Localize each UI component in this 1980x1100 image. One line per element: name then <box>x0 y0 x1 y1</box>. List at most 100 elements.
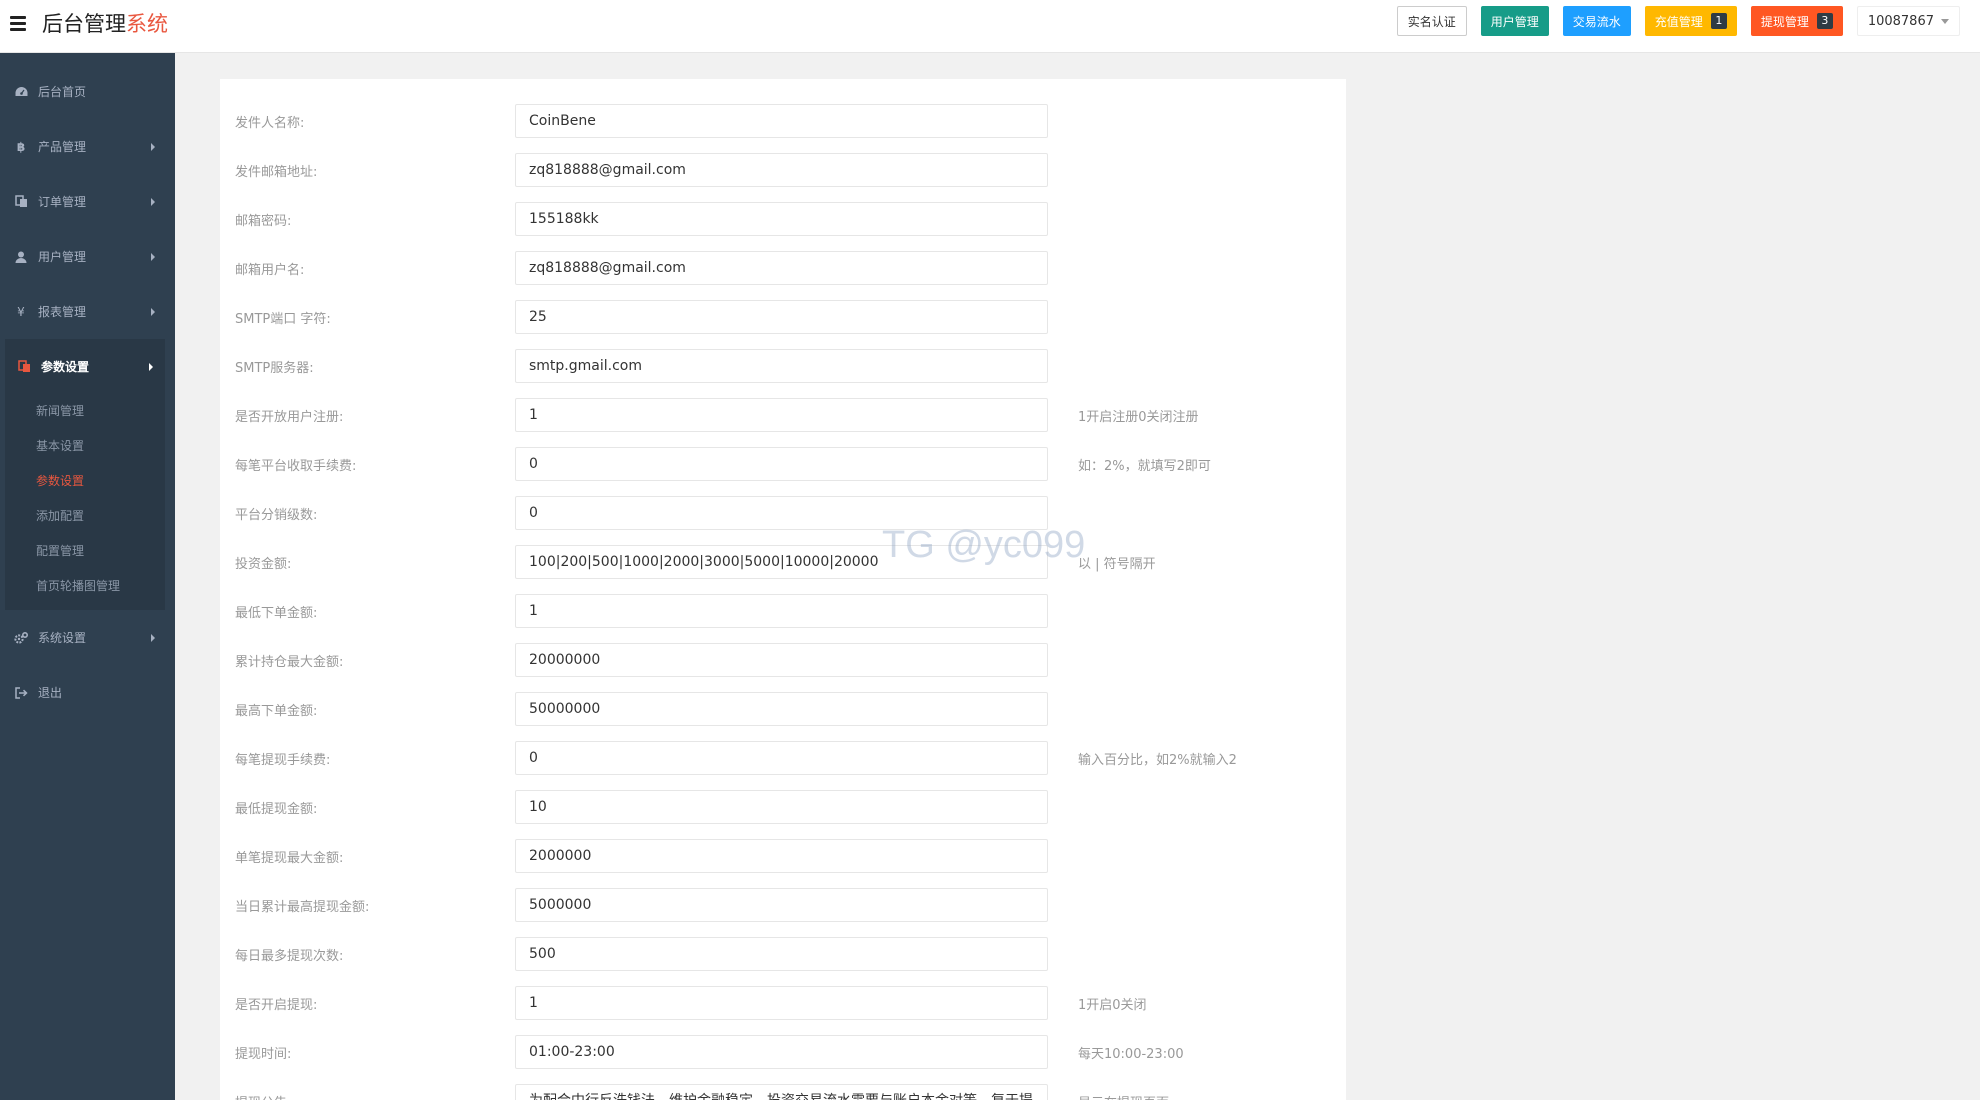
sidebar-item-system-settings[interactable]: 系统设置 <box>0 610 175 665</box>
field-label: 当日累计最高提现金额: <box>235 900 370 915</box>
field-label: 是否开放用户注册: <box>235 410 344 425</box>
form-row-max-order: 最高下单金额: 50000000 <box>220 692 1346 726</box>
user-menu[interactable]: 10087867 <box>1856 6 1960 36</box>
open-registration-input[interactable]: 1 <box>515 398 1048 432</box>
field-label: 累计持仓最大金额: <box>235 655 344 670</box>
field-hint: 每天10:00-23:00 <box>1078 1047 1184 1062</box>
form-row-withdraw-notice: 提现公告: 为配合中行反洗钱法，维护金融稳定，投资交易流水需要与账户本金对等，复… <box>220 1084 1346 1100</box>
sidebar-item-label: 订单管理 <box>38 195 87 209</box>
caret-right-icon <box>151 143 155 151</box>
platform-fee-input[interactable]: 0 <box>515 447 1048 481</box>
caret-right-icon <box>149 363 153 371</box>
form-row-smtp-port: SMTP端口 字符: 25 <box>220 300 1346 334</box>
transaction-flow-label: 交易流水 <box>1572 14 1621 29</box>
withdraw-management-button[interactable]: 提现管理 3 <box>1750 6 1843 36</box>
transaction-flow-button[interactable]: 交易流水 <box>1562 6 1631 36</box>
sign-out-icon <box>14 686 28 700</box>
header-shortcuts: 实名认证 用户管理 交易流水 充值管理 1 提现管理 3 10087867 <box>1383 6 1960 36</box>
caret-down-icon <box>1941 18 1949 24</box>
min-withdraw-input[interactable]: 10 <box>515 790 1048 824</box>
field-label: 最低下单金额: <box>235 606 318 621</box>
menu-toggle-icon[interactable] <box>10 13 32 35</box>
sidebar-item-params[interactable]: 参数设置 <box>8 339 165 394</box>
sidebar-item-logout[interactable]: 退出 <box>0 665 175 720</box>
sidebar-item-label: 系统设置 <box>38 631 87 645</box>
sidebar-item-orders[interactable]: 订单管理 <box>0 174 175 229</box>
caret-right-icon <box>151 634 155 642</box>
field-label: 最高下单金额: <box>235 704 318 719</box>
form-row-max-position: 累计持仓最大金额: 20000000 <box>220 643 1346 677</box>
dashboard-icon <box>14 85 28 99</box>
sidebar-item-users[interactable]: 用户管理 <box>0 229 175 284</box>
recharge-management-label: 充值管理 <box>1654 14 1703 29</box>
min-order-input[interactable]: 1 <box>515 594 1048 628</box>
field-label: 平台分销级数: <box>235 508 318 523</box>
form-row-email-password: 邮箱密码: 155188kk <box>220 202 1346 236</box>
sidebar-item-label: 参数设置 <box>41 360 90 374</box>
smtp-port-input[interactable]: 25 <box>515 300 1048 334</box>
recharge-management-button[interactable]: 充值管理 1 <box>1644 6 1737 36</box>
distribution-levels-input[interactable]: 0 <box>515 496 1048 530</box>
withdraw-enabled-input[interactable]: 1 <box>515 986 1048 1020</box>
settings-form-panel: 发件人名称: CoinBene 发件邮箱地址: zq818888@gmail.c… <box>220 79 1346 1100</box>
field-label: 每笔平台收取手续费: <box>235 459 357 474</box>
field-hint: 显示在提现页面 <box>1078 1092 1169 1100</box>
form-row-withdraw-enabled: 是否开启提现: 1 1开启0关闭 <box>220 986 1346 1020</box>
caret-right-icon <box>151 308 155 316</box>
top-header: 后台管理系统 实名认证 用户管理 交易流水 充值管理 1 提现管理 3 100878… <box>0 0 1980 53</box>
sidebar: 后台首页 ฿ 产品管理 订单管理 用户管理 ¥ 报表管理 参数设置 新闻管理 基… <box>0 53 175 1100</box>
form-row-distribution-levels: 平台分销级数: 0 <box>220 496 1346 530</box>
field-label: 投资金额: <box>235 557 292 572</box>
field-label: 单笔提现最大金额: <box>235 851 344 866</box>
field-label: 邮箱密码: <box>235 214 292 229</box>
form-row-withdraw-fee: 每笔提现手续费: 0 输入百分比，如2%就输入2 <box>220 741 1346 775</box>
max-single-withdraw-input[interactable]: 2000000 <box>515 839 1048 873</box>
form-row-max-single-withdraw: 单笔提现最大金额: 2000000 <box>220 839 1346 873</box>
withdraw-management-label: 提现管理 <box>1760 14 1809 29</box>
email-password-input[interactable]: 155188kk <box>515 202 1048 236</box>
field-label: 邮箱用户名: <box>235 263 305 278</box>
sidebar-item-reports[interactable]: ¥ 报表管理 <box>0 284 175 339</box>
realname-auth-label: 实名认证 <box>1407 14 1456 29</box>
sidebar-item-dashboard[interactable]: 后台首页 <box>0 64 175 119</box>
sidebar-subitem-add-config[interactable]: 添加配置 <box>8 499 165 534</box>
smtp-server-input[interactable]: smtp.gmail.com <box>515 349 1048 383</box>
withdraw-fee-input[interactable]: 0 <box>515 741 1048 775</box>
max-order-input[interactable]: 50000000 <box>515 692 1048 726</box>
field-label: 最低提现金额: <box>235 802 318 817</box>
sidebar-subitem-basic-settings[interactable]: 基本设置 <box>8 429 165 464</box>
sidebar-subitem-news[interactable]: 新闻管理 <box>8 394 165 429</box>
user-management-button[interactable]: 用户管理 <box>1480 6 1549 36</box>
sidebar-subitem-config-management[interactable]: 配置管理 <box>8 534 165 569</box>
form-row-sender-name: 发件人名称: CoinBene <box>220 104 1346 138</box>
field-label: 提现公告: <box>235 1092 291 1100</box>
field-hint: 输入百分比，如2%就输入2 <box>1078 753 1237 768</box>
sidebar-subitem-carousel-management[interactable]: 首页轮播图管理 <box>8 569 165 604</box>
user-icon <box>14 250 28 264</box>
withdraw-notice-input[interactable]: 为配合中行反洗钱法，维护金融稳定，投资交易流水需要与账户本金对等，复于提 <box>515 1084 1048 1100</box>
sidebar-subitem-param-settings[interactable]: 参数设置 <box>8 464 165 499</box>
yen-icon: ¥ <box>17 304 25 319</box>
caret-right-icon <box>151 253 155 261</box>
field-label: 每日最多提现次数: <box>235 949 344 964</box>
sidebar-item-products[interactable]: ฿ 产品管理 <box>0 119 175 174</box>
field-label: 提现时间: <box>235 1047 292 1062</box>
max-position-input[interactable]: 20000000 <box>515 643 1048 677</box>
field-hint: 如：2%，就填写2即可 <box>1078 459 1211 474</box>
brand-title-accent: 系统 <box>126 12 168 36</box>
field-label: 发件人名称: <box>235 116 305 131</box>
max-daily-withdraw-input[interactable]: 5000000 <box>515 888 1048 922</box>
sender-email-input[interactable]: zq818888@gmail.com <box>515 153 1048 187</box>
email-username-input[interactable]: zq818888@gmail.com <box>515 251 1048 285</box>
realname-auth-button[interactable]: 实名认证 <box>1396 6 1467 36</box>
daily-withdraw-count-input[interactable]: 500 <box>515 937 1048 971</box>
sidebar-submenu-params: 新闻管理 基本设置 参数设置 添加配置 配置管理 首页轮播图管理 <box>8 394 165 610</box>
sender-name-input[interactable]: CoinBene <box>515 104 1048 138</box>
field-hint: 1开启0关闭 <box>1078 998 1147 1013</box>
withdraw-time-input[interactable]: 01:00-23:00 <box>515 1035 1048 1069</box>
withdraw-count-badge: 3 <box>1816 13 1833 29</box>
form-row-withdraw-time: 提现时间: 01:00-23:00 每天10:00-23:00 <box>220 1035 1346 1069</box>
field-label: 是否开启提现: <box>235 998 318 1013</box>
investment-amounts-input[interactable]: 100|200|500|1000|2000|3000|5000|10000|20… <box>515 545 1048 579</box>
form-row-sender-email: 发件邮箱地址: zq818888@gmail.com <box>220 153 1346 187</box>
